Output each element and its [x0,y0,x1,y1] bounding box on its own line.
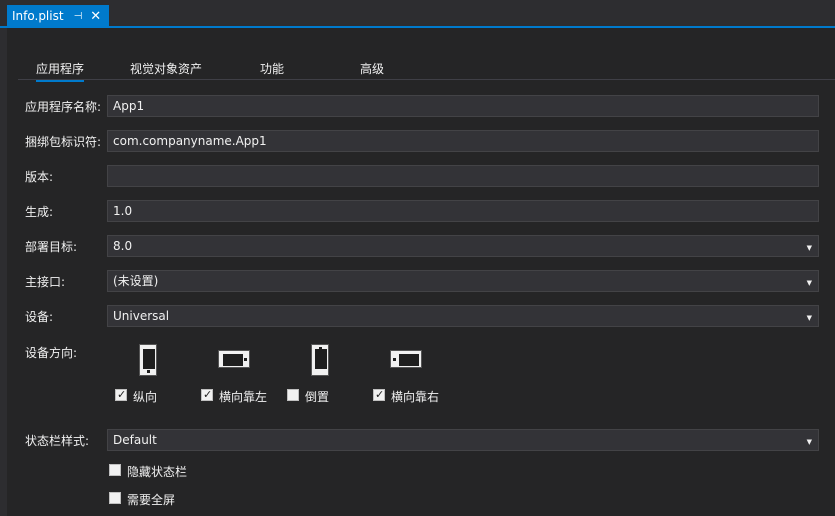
hide-status-bar-checkbox[interactable] [109,464,121,476]
tabs-divider [18,79,835,80]
requires-fullscreen-checkbox[interactable] [109,492,121,504]
app-name-input[interactable]: App1 [107,95,819,117]
chevron-down-icon: ▼ [806,314,812,322]
version-input[interactable] [107,165,819,187]
bundle-id-input[interactable]: com.companyname.App1 [107,130,819,152]
status-bar-style-label: 状态栏样式: [25,434,90,448]
tab-visual-assets[interactable]: 视觉对象资产 [130,60,202,77]
document-tab-strip [0,0,835,28]
phone-portrait-icon [139,344,157,376]
chevron-down-icon: ▼ [806,438,812,446]
main-interface-value: (未设置) [113,274,159,288]
status-bar-style-value: Default [113,433,157,447]
build-value: 1.0 [113,204,133,218]
upside-down-label: 倒置 [305,390,330,404]
page-tabs: 应用程序 视觉对象资产 功能 高级 [18,56,835,82]
check-icon: ✓ [117,388,127,401]
tab-advanced[interactable]: 高级 [360,60,384,77]
deployment-target-select[interactable]: 8.0 ▼ [107,235,819,257]
upside-down-checkbox[interactable] [287,389,299,401]
app-name-value: App1 [113,99,145,113]
app-name-label: 应用程序名称: [25,100,102,114]
build-input[interactable]: 1.0 [107,200,819,222]
tab-capabilities[interactable]: 功能 [260,60,284,77]
landscape-left-checkbox[interactable]: ✓ [201,388,213,401]
pin-icon[interactable]: ⊣ [74,11,83,22]
bundle-id-label: 捆绑包标识符: [25,135,102,149]
phone-landscape-icon [218,350,250,368]
check-icon: ✓ [375,388,385,401]
close-icon[interactable]: ✕ [90,9,101,24]
chevron-down-icon: ▼ [806,279,812,287]
requires-fullscreen-label: 需要全屏 [127,493,176,507]
deployment-target-label: 部署目标: [25,240,78,254]
orientation-label: 设备方向: [25,346,78,360]
chevron-down-icon: ▼ [806,244,812,252]
devices-select[interactable]: Universal ▼ [107,305,819,327]
document-tab-info-plist[interactable]: Info.plist ⊣ ✕ [7,5,109,27]
main-interface-select[interactable]: (未设置) ▼ [107,270,819,292]
build-label: 生成: [25,205,54,219]
landscape-right-label: 横向靠右 [391,390,440,404]
landscape-right-checkbox[interactable]: ✓ [373,388,385,401]
document-tab-title: Info.plist [12,9,64,23]
status-bar-style-select[interactable]: Default ▼ [107,429,819,451]
version-label: 版本: [25,170,54,184]
portrait-label: 纵向 [133,390,158,404]
landscape-left-label: 横向靠左 [219,390,268,404]
devices-value: Universal [113,309,170,323]
bundle-id-value: com.companyname.App1 [113,134,267,148]
devices-label: 设备: [25,310,54,324]
check-icon: ✓ [203,388,213,401]
portrait-checkbox[interactable]: ✓ [115,388,127,401]
phone-landscape-right-icon [390,350,422,368]
hide-status-bar-label: 隐藏状态栏 [127,465,188,479]
phone-upside-down-icon [311,344,329,376]
deployment-target-value: 8.0 [113,239,133,253]
main-interface-label: 主接口: [25,275,66,289]
